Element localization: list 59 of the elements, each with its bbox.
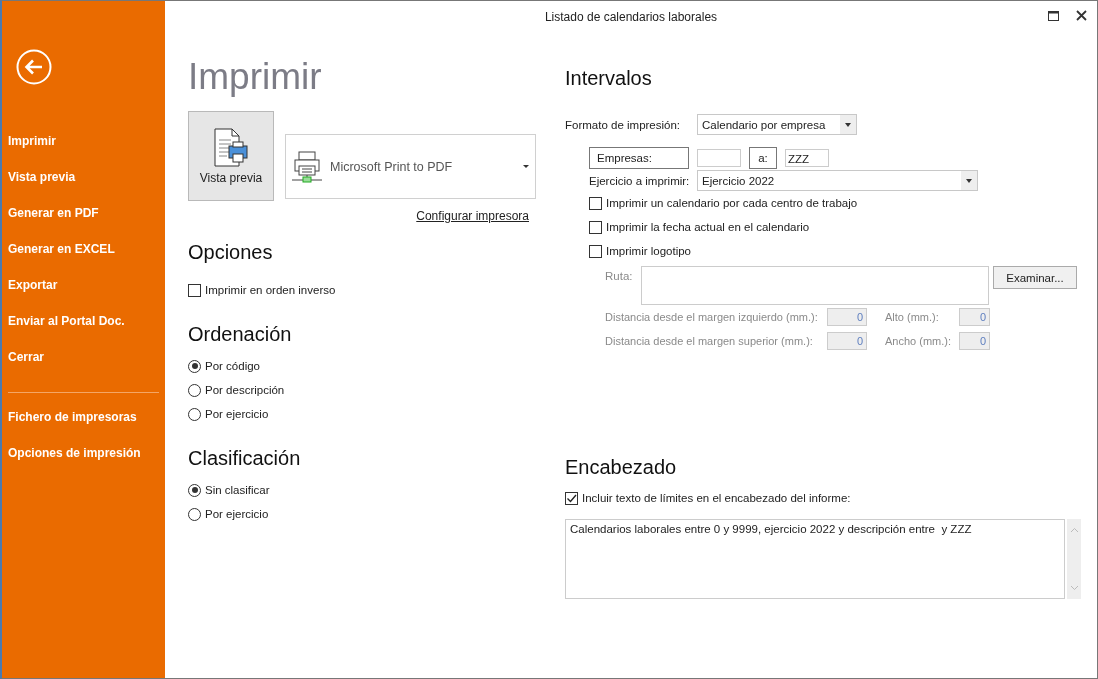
section-heading: Intervalos [565,66,653,90]
option-label: Por ejercicio [205,508,269,520]
checkbox[interactable] [589,196,602,210]
printer-dropdown[interactable]: Microsoft Print to PDF [285,134,536,199]
option-label: Incluir texto de límites en el encabezado del informe: [582,492,851,504]
radio-button[interactable] [188,407,201,421]
checkbox[interactable] [565,491,578,505]
checkbox[interactable] [589,220,602,234]
back-button[interactable] [16,49,52,85]
page-title: Imprimir [188,55,322,99]
section-heading: Opciones [188,240,273,264]
radio-button[interactable] [188,383,201,397]
field-label: Distancia desde el margen izquierdo (mm.): [605,311,819,323]
option-label: Por código [205,360,260,372]
sidebar-item[interactable]: Vista previa [2,159,82,195]
option-label: Imprimir en orden inverso [205,284,336,296]
radio-button[interactable] [188,483,201,497]
option-label: Imprimir un calendario por cada centro de trabajo [606,197,858,209]
sidebar-item[interactable]: Exportar [2,267,64,303]
year-dropdown[interactable]: Ejercicio 2022 [697,170,978,191]
option-label: Por descripción [205,384,285,396]
section-heading: Clasificación [188,446,301,470]
field-label: Alto (mm.): [884,311,940,323]
sidebar-item[interactable]: Enviar al Portal Doc. [2,303,131,339]
option-label: Por ejercicio [205,408,269,420]
preview-button[interactable]: Vista previa [188,111,274,201]
print-format-dropdown[interactable]: Calendario por empresa [697,114,857,135]
radio-button[interactable] [188,359,201,373]
document-printer-icon [211,127,251,168]
radio-button[interactable] [188,507,201,521]
sidebar-item[interactable]: Cerrar [2,339,51,375]
from-field[interactable] [697,149,741,167]
printer-icon [292,150,322,183]
option-label: Imprimir la fecha actual en el calendario [606,221,810,233]
option-label: Sin clasificar [205,484,270,496]
section-heading: Ordenación [188,322,292,346]
to-field[interactable]: ZZZ [785,149,829,167]
configure-printer-link[interactable]: Configurar impresora [416,209,529,223]
field-label: Distancia desde el margen superior (mm.): [605,335,814,347]
option-label: Imprimir logotipo [606,245,691,257]
field-label: Ejercicio a imprimir: [589,174,689,187]
field-label: Ancho (mm.): [884,335,952,347]
sidebar-item[interactable]: Imprimir [2,123,62,159]
companies-button[interactable]: Empresas: [589,147,689,169]
field-label: Formato de impresión: [565,118,682,131]
sidebar-item[interactable]: Fichero de impresoras [2,399,143,435]
sidebar-item[interactable]: Generar en PDF [2,195,105,231]
header-text-area[interactable]: Calendarios laborales entre 0 y 9999, ejercicio 2022 y descripción entre y ZZZ [565,519,1066,599]
checkbox[interactable] [589,244,602,258]
section-heading: Encabezado [565,455,678,479]
to-button[interactable]: a: [749,147,777,169]
window-title: Listado de calendarios laborales [544,10,718,24]
checkbox[interactable] [188,283,201,297]
field-label: Ruta: [605,269,634,282]
sidebar-item[interactable]: Opciones de impresión [2,435,147,471]
caret-icon [523,165,529,168]
close-icon[interactable] [1076,10,1087,21]
maximize-icon[interactable] [1048,10,1059,21]
sidebar-item[interactable]: Generar en EXCEL [2,231,121,267]
